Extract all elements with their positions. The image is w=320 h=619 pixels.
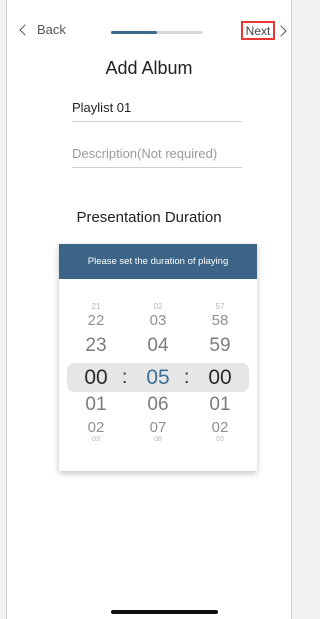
duration-picker-header: Please set the duration of playing — [59, 244, 257, 279]
duration-section-title: Presentation Duration — [76, 209, 222, 226]
step-progress-bar — [111, 31, 203, 34]
selected-hours[interactable]: 00 — [76, 366, 116, 390]
chevron-left-icon — [19, 24, 31, 36]
minutes-option[interactable]: 08 — [138, 436, 178, 443]
description-field[interactable]: Description(Not required) — [72, 146, 242, 168]
minutes-option[interactable]: 04 — [138, 336, 178, 355]
hours-option[interactable]: 01 — [76, 395, 116, 414]
selected-time-row: 00 : 05 : 00 — [59, 364, 257, 391]
hours-option[interactable]: 21 — [76, 303, 116, 311]
back-label: Back — [37, 22, 66, 37]
chevron-right-icon[interactable] — [275, 25, 287, 37]
hours-option[interactable]: 02 — [76, 420, 116, 435]
step-progress-fill — [111, 31, 157, 34]
top-bar: Back Next — [7, 18, 291, 48]
minutes-option[interactable]: 03 — [138, 313, 178, 328]
page-title: Add Album — [105, 58, 193, 78]
selected-minutes[interactable]: 05 — [138, 366, 178, 390]
seconds-option[interactable]: 58 — [200, 313, 240, 328]
next-label: Next — [245, 23, 271, 38]
seconds-option[interactable]: 01 — [200, 395, 240, 414]
minutes-option[interactable]: 07 — [138, 420, 178, 435]
hours-option[interactable]: 22 — [76, 313, 116, 328]
duration-picker-card: Please set the duration of playing 21 22… — [59, 244, 257, 471]
home-indicator — [111, 610, 218, 614]
app-screen: Back Next Add Album Playlist 01 Descript… — [6, 0, 292, 619]
album-name-field[interactable]: Playlist 01 — [72, 100, 242, 122]
next-button[interactable]: Next — [241, 21, 275, 40]
hours-option[interactable]: 23 — [76, 336, 116, 355]
minutes-option[interactable]: 02 — [138, 303, 178, 311]
time-separator: : — [184, 367, 190, 388]
seconds-option[interactable]: 03 — [200, 436, 240, 443]
minutes-option[interactable]: 06 — [138, 395, 178, 414]
time-wheel-picker[interactable]: 21 22 23 01 02 03 02 03 04 06 07 08 57 5… — [59, 279, 257, 471]
seconds-option[interactable]: 57 — [200, 303, 240, 311]
time-separator: : — [122, 367, 128, 388]
hours-option[interactable]: 03 — [76, 436, 116, 443]
seconds-option[interactable]: 59 — [200, 336, 240, 355]
seconds-option[interactable]: 02 — [200, 420, 240, 435]
selected-seconds[interactable]: 00 — [200, 366, 240, 390]
back-button[interactable]: Back — [19, 22, 66, 37]
